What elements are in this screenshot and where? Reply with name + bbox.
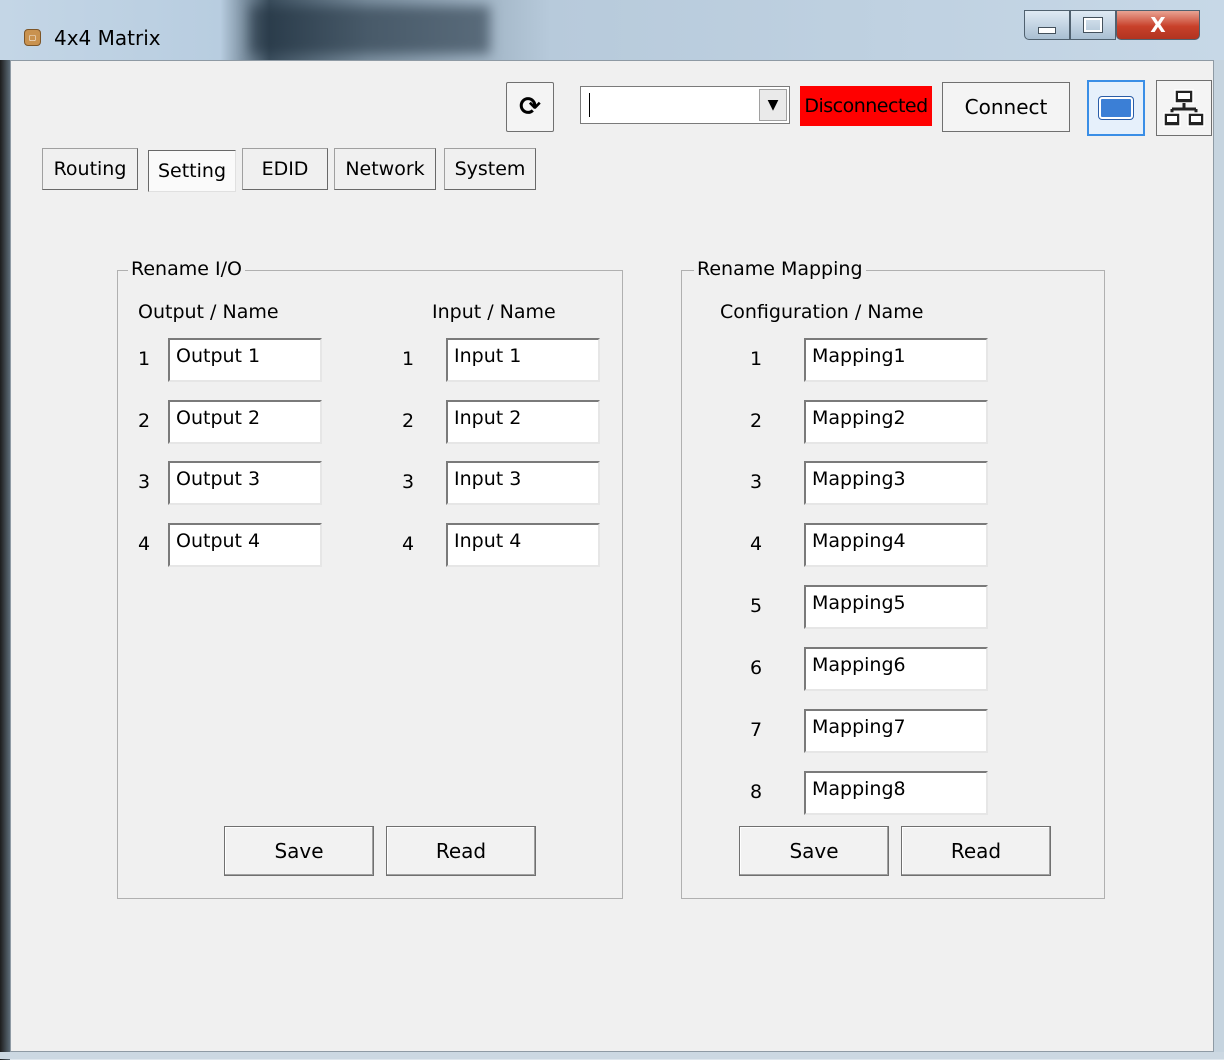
rename-io-legend: Rename I/O [128, 258, 245, 280]
output-row-number: 2 [137, 410, 151, 432]
mapping-save-button[interactable]: Save [739, 826, 889, 876]
chevron-down-icon: ▼ [767, 97, 779, 113]
titlebar-backdrop [250, 6, 490, 54]
input-name-field[interactable]: Input 3 [446, 461, 600, 505]
network-icon [1163, 89, 1205, 127]
io-save-button[interactable]: Save [224, 826, 374, 876]
input-row-number: 1 [401, 348, 415, 370]
maximize-icon [1083, 17, 1103, 33]
window-border-right [1214, 60, 1224, 1052]
minimize-icon [1038, 26, 1056, 34]
mapping-row-number: 8 [749, 781, 763, 803]
output-name-header: Output / Name [138, 301, 279, 323]
mapping-name-field[interactable]: Mapping1 [804, 338, 988, 382]
serial-port-icon [1099, 97, 1133, 119]
output-row-number: 4 [137, 533, 151, 555]
mapping-row-number: 2 [749, 410, 763, 432]
mapping-name-field[interactable]: Mapping6 [804, 647, 988, 691]
network-mode-button[interactable] [1156, 80, 1212, 136]
input-name-field[interactable]: Input 4 [446, 523, 600, 567]
tab-edid[interactable]: EDID [242, 148, 328, 190]
output-name-field[interactable]: Output 2 [168, 400, 322, 444]
input-row-number: 3 [401, 471, 415, 493]
output-name-field[interactable]: Output 3 [168, 461, 322, 505]
rename-mapping-legend: Rename Mapping [694, 258, 866, 280]
dropdown-arrow-button[interactable]: ▼ [759, 89, 787, 121]
port-select[interactable]: ▼ [580, 86, 790, 124]
mapping-name-field[interactable]: Mapping2 [804, 400, 988, 444]
output-name-field[interactable]: Output 4 [168, 523, 322, 567]
tab-routing[interactable]: Routing [42, 148, 138, 190]
close-button[interactable]: X [1116, 10, 1200, 40]
refresh-icon: ⟳ [519, 92, 541, 122]
mapping-name-field[interactable]: Mapping5 [804, 585, 988, 629]
minimize-button[interactable] [1024, 10, 1070, 40]
output-name-field[interactable]: Output 1 [168, 338, 322, 382]
mapping-row-number: 5 [749, 595, 763, 617]
serial-mode-button[interactable] [1087, 80, 1145, 136]
tab-network[interactable]: Network [334, 148, 436, 190]
mapping-row-number: 6 [749, 657, 763, 679]
mapping-name-field[interactable]: Mapping4 [804, 523, 988, 567]
output-row-number: 3 [137, 471, 151, 493]
input-row-number: 4 [401, 533, 415, 555]
mapping-row-number: 4 [749, 533, 763, 555]
title-bar[interactable]: ▢ 4x4 Matrix X [0, 0, 1224, 60]
status-badge: Disconnected [800, 86, 932, 126]
window-border-left [0, 60, 10, 1060]
tab-setting[interactable]: Setting [148, 150, 236, 192]
window-title: 4x4 Matrix [54, 26, 161, 50]
maximize-button[interactable] [1070, 10, 1116, 40]
window-border-bottom [0, 1052, 1224, 1059]
app-icon: ▢ [24, 29, 41, 46]
refresh-button[interactable]: ⟳ [506, 82, 554, 132]
configuration-name-header: Configuration / Name [720, 301, 924, 323]
input-name-header: Input / Name [432, 301, 556, 323]
mapping-row-number: 7 [749, 719, 763, 741]
mapping-name-field[interactable]: Mapping3 [804, 461, 988, 505]
mapping-name-field[interactable]: Mapping7 [804, 709, 988, 753]
close-icon: X [1150, 13, 1166, 37]
mapping-name-field[interactable]: Mapping8 [804, 771, 988, 815]
mapping-row-number: 3 [749, 471, 763, 493]
text-caret [589, 93, 590, 117]
input-name-field[interactable]: Input 1 [446, 338, 600, 382]
input-name-field[interactable]: Input 2 [446, 400, 600, 444]
io-read-button[interactable]: Read [386, 826, 536, 876]
tab-system[interactable]: System [444, 148, 536, 190]
output-row-number: 1 [137, 348, 151, 370]
mapping-row-number: 1 [749, 348, 763, 370]
connect-button[interactable]: Connect [942, 82, 1070, 132]
input-row-number: 2 [401, 410, 415, 432]
mapping-read-button[interactable]: Read [901, 826, 1051, 876]
